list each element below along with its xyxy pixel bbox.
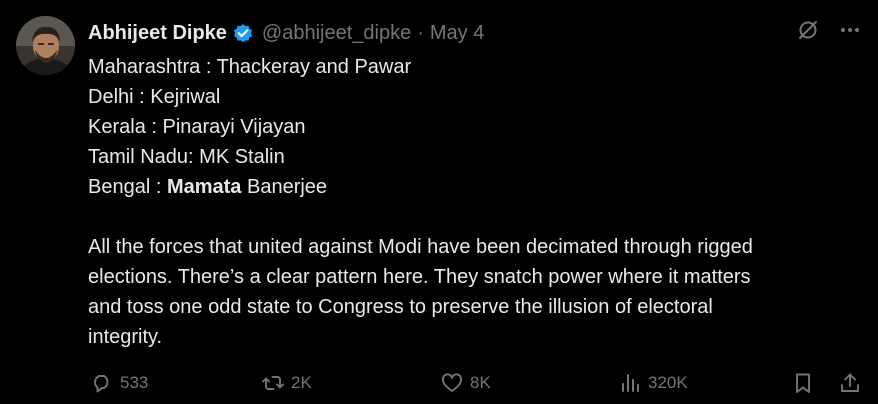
views-button[interactable]: 320K <box>618 368 688 398</box>
tweet-line: Tamil Nadu: MK Stalin <box>88 146 285 168</box>
tweet-date[interactable]: May 4 <box>430 22 484 45</box>
verified-badge-icon[interactable] <box>232 22 254 44</box>
highlighted-name: Mamata <box>166 176 242 198</box>
tweet-paragraph-line: integrity. <box>88 326 163 348</box>
avatar[interactable] <box>16 16 75 75</box>
repost-count: 2K <box>291 373 312 392</box>
tweet-action-bar: 533 2K 8K 320K <box>88 368 864 398</box>
views-count: 320K <box>648 373 688 392</box>
heart-icon <box>442 373 462 392</box>
reply-button[interactable]: 533 <box>90 368 148 398</box>
grok-icon[interactable] <box>796 18 820 42</box>
views-icon <box>622 374 639 392</box>
like-count: 8K <box>470 373 491 392</box>
tweet-line: Bengal : Mamata Banerjee <box>88 176 328 198</box>
share-button[interactable] <box>838 368 862 398</box>
tweet-line: Kerala : Pinarayi Vijayan <box>88 116 306 138</box>
more-icon[interactable] <box>838 18 862 42</box>
like-button[interactable]: 8K <box>440 368 491 398</box>
tweet-paragraph-line: All the forces that united against Modi … <box>88 236 753 258</box>
tweet-line: Maharashtra : Thackeray and Pawar <box>88 56 412 78</box>
repost-icon <box>262 376 284 390</box>
tweet-text: Maharashtra : Thackeray and Pawar Delhi … <box>88 52 848 352</box>
reply-icon <box>94 375 109 393</box>
tweet-top-actions <box>796 18 862 42</box>
repost-button[interactable]: 2K <box>261 368 312 398</box>
share-icon <box>841 373 859 392</box>
tweet-line: Delhi : Kejriwal <box>88 86 221 108</box>
tweet-paragraph-line: and toss one odd state to Congress to pr… <box>88 296 713 318</box>
reply-count: 533 <box>120 373 149 392</box>
separator-dot: · <box>417 21 424 44</box>
bookmark-button[interactable] <box>791 368 815 398</box>
bookmark-icon <box>796 373 810 393</box>
author-handle[interactable]: @abhijeet_dipke <box>262 22 411 45</box>
avatar-photo <box>16 16 75 75</box>
tweet-paragraph-line: elections. There’s a clear pattern here.… <box>88 266 751 288</box>
tweet-header: Abhijeet Dipke @abhijeet_dipke · May 4 <box>88 20 484 46</box>
author-name[interactable]: Abhijeet Dipke <box>88 22 227 45</box>
